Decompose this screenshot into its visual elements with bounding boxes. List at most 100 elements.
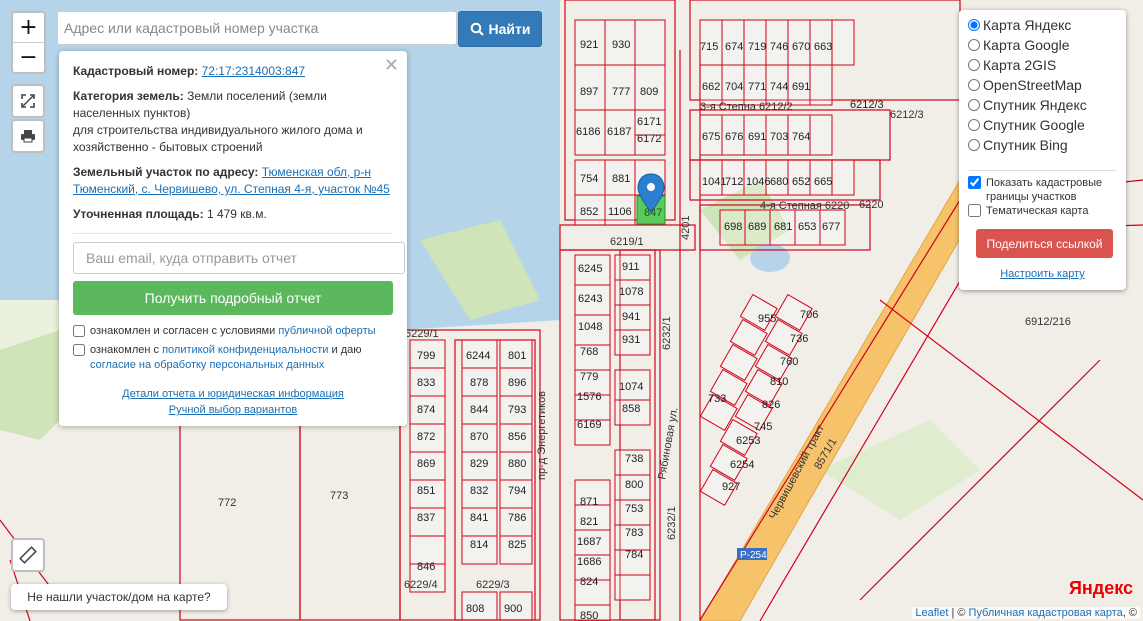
layer-label: Спутник Яндекс (983, 97, 1087, 113)
show-borders-option[interactable]: Показать кадастровые границы участков (968, 176, 1118, 204)
svg-text:4-я Степная 6220: 4-я Степная 6220 (760, 200, 849, 212)
svg-text:874: 874 (417, 404, 435, 416)
svg-text:851: 851 (417, 485, 435, 497)
svg-text:799: 799 (417, 350, 435, 362)
offer-label: ознакомлен и согласен с условиями (90, 325, 276, 337)
svg-text:653: 653 (798, 221, 816, 233)
svg-text:665: 665 (814, 176, 832, 188)
svg-text:733: 733 (708, 393, 726, 405)
svg-text:931: 931 (622, 334, 640, 346)
svg-text:880: 880 (508, 458, 526, 470)
ruler-button[interactable] (11, 538, 45, 572)
email-field[interactable] (73, 242, 405, 274)
manual-selection-link[interactable]: Ручной выбор вариантов (169, 404, 297, 416)
data-consent-link[interactable]: согласие на обработку персональных данны… (90, 359, 324, 371)
configure-map-link[interactable]: Настроить карту (959, 268, 1126, 280)
svg-text:808: 808 (466, 603, 484, 615)
svg-text:745: 745 (754, 421, 772, 433)
svg-text:1686: 1686 (577, 556, 601, 568)
layer-radio[interactable] (968, 19, 980, 31)
svg-text:814: 814 (470, 539, 488, 551)
svg-text:706: 706 (800, 309, 818, 321)
svg-text:847: 847 (644, 207, 662, 219)
svg-text:783: 783 (625, 527, 643, 539)
svg-text:6186: 6186 (576, 126, 600, 138)
zoom-out-button[interactable]: − (13, 42, 44, 72)
cadastral-number-link[interactable]: 72:17:2314003:847 (202, 64, 305, 78)
svg-text:897: 897 (580, 86, 598, 98)
svg-text:6232/1: 6232/1 (661, 316, 673, 350)
layer-option-google-map[interactable]: Карта Google (968, 37, 1070, 53)
svg-text:715: 715 (700, 41, 718, 53)
layer-option-google-satellite[interactable]: Спутник Google (968, 117, 1085, 133)
category-label: Категория земель: (73, 89, 184, 103)
public-offer-link[interactable]: публичной оферты (278, 325, 375, 337)
layer-radio[interactable] (968, 79, 980, 91)
privacy-policy-link[interactable]: политикой конфиденциальности (162, 344, 328, 356)
svg-text:800: 800 (625, 479, 643, 491)
area-row: Уточненная площадь: 1 479 кв.м. (73, 206, 393, 223)
offer-text: ознакомлен и согласен с условиями публич… (90, 324, 376, 339)
svg-text:1078: 1078 (619, 286, 643, 298)
layer-radio[interactable] (968, 39, 980, 51)
svg-text:6212/3: 6212/3 (890, 109, 924, 121)
report-details-link[interactable]: Детали отчета и юридическая информация (122, 388, 344, 400)
svg-text:698: 698 (724, 221, 742, 233)
show-borders-label: Показать кадастровые границы участков (986, 177, 1103, 203)
layer-radio[interactable] (968, 99, 980, 111)
layer-option-bing-satellite[interactable]: Спутник Bing (968, 137, 1068, 153)
search-button[interactable]: Найти (458, 11, 542, 47)
layer-radio[interactable] (968, 139, 980, 151)
svg-text:850: 850 (580, 610, 598, 621)
svg-text:Р-254: Р-254 (740, 550, 767, 561)
svg-text:680: 680 (770, 176, 788, 188)
thematic-map-option[interactable]: Тематическая карта (968, 204, 1088, 218)
svg-text:810: 810 (770, 376, 788, 388)
layer-radio[interactable] (968, 59, 980, 71)
svg-text:764: 764 (792, 131, 810, 143)
layer-option-yandex-map[interactable]: Карта Яндекс (968, 17, 1071, 33)
pkk-link[interactable]: Публичная кадастровая карта (969, 607, 1123, 619)
zoom-in-button[interactable]: + (13, 13, 44, 42)
svg-text:941: 941 (622, 311, 640, 323)
svg-text:878: 878 (470, 377, 488, 389)
divider (73, 233, 393, 234)
svg-text:896: 896 (508, 377, 526, 389)
svg-text:772: 772 (218, 497, 236, 509)
svg-text:691: 691 (748, 131, 766, 143)
svg-text:881: 881 (612, 173, 630, 185)
svg-text:6171: 6171 (637, 116, 661, 128)
thematic-map-checkbox[interactable] (968, 204, 981, 217)
not-found-button[interactable]: Не нашли участок/дом на карте? (11, 584, 227, 610)
privacy-label: ознакомлен с (90, 344, 160, 356)
layer-option-osm[interactable]: OpenStreetMap (968, 77, 1082, 93)
svg-text:1048: 1048 (578, 321, 602, 333)
ruler-icon (19, 546, 37, 564)
search-input[interactable] (57, 11, 457, 45)
svg-text:829: 829 (470, 458, 488, 470)
svg-text:6220: 6220 (859, 199, 883, 211)
privacy-checkbox[interactable] (73, 344, 85, 356)
svg-text:6172: 6172 (637, 133, 661, 145)
privacy-tail: и даю (331, 344, 362, 356)
get-report-button[interactable]: Получить подробный отчет (73, 281, 393, 315)
search-button-label: Найти (488, 21, 531, 37)
show-borders-checkbox[interactable] (968, 176, 981, 189)
svg-text:844: 844 (470, 404, 488, 416)
offer-checkbox[interactable] (73, 325, 85, 337)
svg-text:821: 821 (580, 516, 598, 528)
svg-text:1106: 1106 (608, 206, 632, 218)
layer-option-yandex-satellite[interactable]: Спутник Яндекс (968, 97, 1087, 113)
print-button[interactable] (11, 119, 45, 153)
layer-option-2gis-map[interactable]: Карта 2GIS (968, 57, 1056, 73)
svg-text:6169: 6169 (577, 419, 601, 431)
address-label: Земельный участок по адресу: (73, 165, 259, 179)
share-link-button[interactable]: Поделиться ссылкой (976, 229, 1113, 258)
layer-radio[interactable] (968, 119, 980, 131)
svg-text:826: 826 (762, 399, 780, 411)
fullscreen-button[interactable] (11, 84, 45, 118)
svg-text:841: 841 (470, 512, 488, 524)
svg-text:927: 927 (722, 481, 740, 493)
thematic-map-label: Тематическая карта (986, 205, 1089, 217)
leaflet-link[interactable]: Leaflet (915, 607, 948, 619)
